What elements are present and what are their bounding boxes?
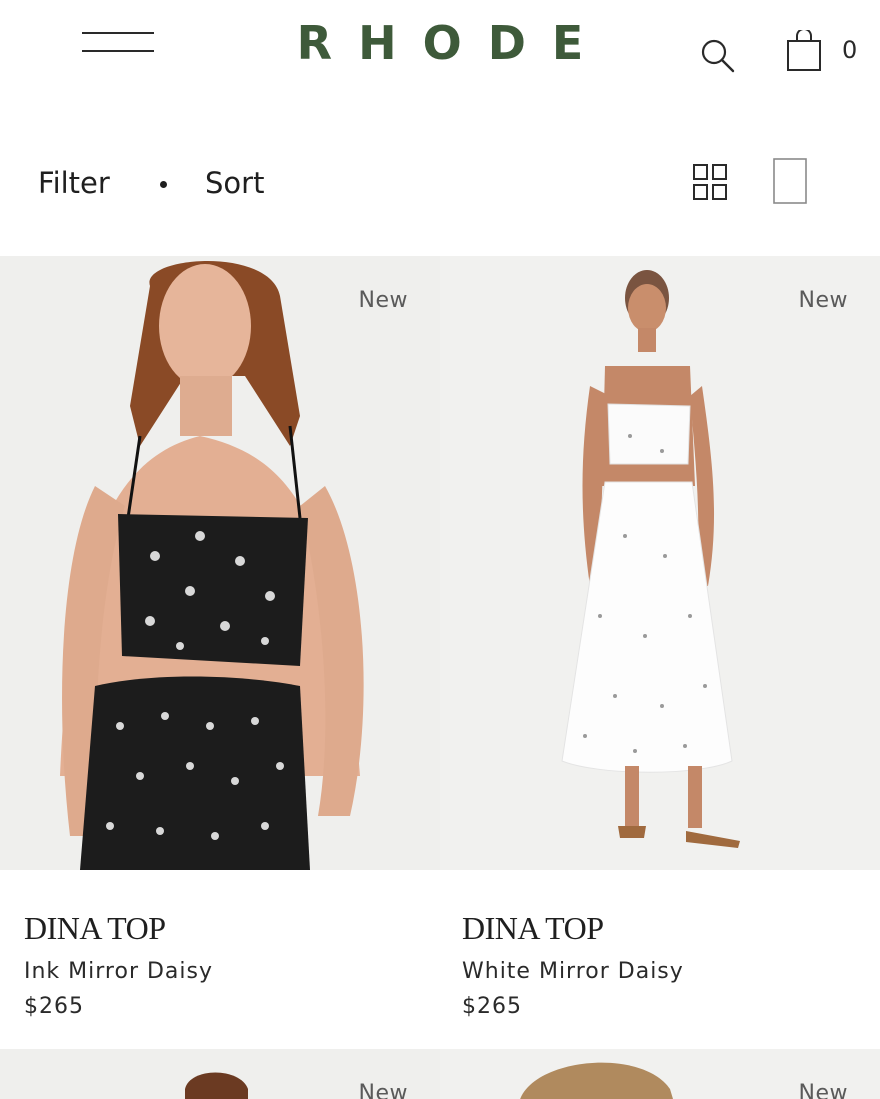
new-badge: New <box>358 288 408 313</box>
product-variant: Ink Mirror Daisy <box>24 959 213 984</box>
product-name[interactable]: DINA TOP <box>24 910 166 947</box>
product-variant: White Mirror Daisy <box>462 959 684 984</box>
cart-count[interactable]: 0 <box>842 36 857 64</box>
search-icon[interactable] <box>700 38 736 74</box>
shopping-bag-icon[interactable] <box>786 30 822 72</box>
product-price: $265 <box>24 994 84 1019</box>
product-price: $265 <box>462 994 522 1019</box>
new-badge: New <box>798 1081 848 1099</box>
product-image[interactable]: New <box>0 256 440 870</box>
product-name[interactable]: DINA TOP <box>462 910 604 947</box>
single-view-icon[interactable] <box>772 158 808 204</box>
product-card[interactable]: New <box>440 1049 880 1099</box>
new-badge: New <box>798 288 848 313</box>
product-card[interactable]: New DINA TOP White Mirror Daisy $265 <box>440 256 880 1019</box>
site-header: RHODE 0 <box>0 0 880 100</box>
product-card[interactable]: New <box>0 1049 440 1099</box>
listing-toolbar: Filter Sort <box>0 150 880 220</box>
product-card[interactable]: New DINA TOP Ink Mirror Daisy $265 <box>0 256 440 1019</box>
brand-logo[interactable]: RHODE <box>0 16 880 70</box>
product-image[interactable]: New <box>0 1049 440 1099</box>
product-image[interactable]: New <box>440 1049 880 1099</box>
grid-view-icon[interactable] <box>692 158 728 204</box>
filter-button[interactable]: Filter <box>38 166 110 200</box>
product-image[interactable]: New <box>440 256 880 870</box>
separator-dot <box>160 181 167 188</box>
new-badge: New <box>358 1081 408 1099</box>
sort-button[interactable]: Sort <box>205 166 264 200</box>
